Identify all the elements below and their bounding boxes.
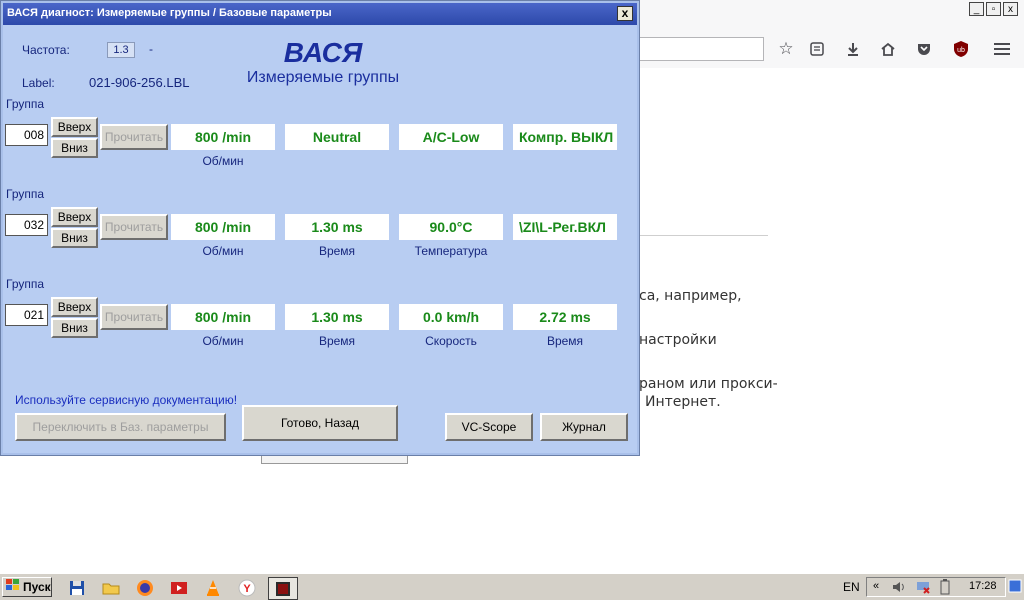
measure-value: 1.30 ms bbox=[285, 214, 389, 240]
measure-value: Neutral bbox=[285, 124, 389, 150]
measure-unit: Время bbox=[546, 334, 584, 348]
start-label: Пуск bbox=[23, 580, 51, 594]
group-number-input[interactable]: 032 bbox=[5, 214, 48, 236]
measure-value: A/C-Low bbox=[399, 124, 503, 150]
measure-value: 2.72 ms bbox=[513, 304, 617, 330]
freq-dash: - bbox=[149, 42, 153, 56]
page-text-line: раном или прокси- bbox=[639, 376, 778, 392]
measure-unit: Об/мин bbox=[202, 244, 244, 258]
read-button[interactable]: Прочитать bbox=[100, 124, 168, 150]
svg-text:ub: ub bbox=[957, 47, 965, 54]
volume-icon[interactable] bbox=[891, 579, 907, 600]
clock[interactable]: 17:28 bbox=[969, 580, 997, 592]
title-bar[interactable]: ВАСЯ диагност: Измеряемые группы / Базов… bbox=[3, 3, 637, 25]
browser-close-button[interactable]: x bbox=[1003, 2, 1018, 16]
browser-page bbox=[640, 68, 1024, 573]
service-note: Используйте сервисную документацию! bbox=[15, 393, 238, 407]
tray-expand-icon[interactable]: « bbox=[873, 580, 879, 592]
measure-unit: Об/мин bbox=[202, 334, 244, 348]
label-value: 021-906-256.LBL bbox=[89, 75, 190, 90]
reading-list-icon[interactable] bbox=[806, 38, 828, 60]
firefox-icon[interactable] bbox=[134, 577, 156, 598]
group-down-button[interactable]: Вниз bbox=[51, 318, 98, 338]
group-label: Группа bbox=[6, 277, 45, 291]
page-title: Измеряемые группы bbox=[246, 69, 400, 86]
done-back-button[interactable]: Готово, Назад bbox=[242, 405, 398, 441]
measure-unit: Скорость bbox=[425, 334, 477, 348]
language-indicator[interactable]: EN bbox=[843, 580, 860, 594]
browser-window-controls: _ ▫ x bbox=[969, 2, 1018, 16]
measure-unit: Время bbox=[318, 244, 356, 258]
download-icon[interactable] bbox=[842, 38, 864, 60]
measure-unit: Температура bbox=[414, 244, 488, 258]
network-icon[interactable] bbox=[915, 579, 931, 600]
vlc-icon[interactable] bbox=[202, 577, 224, 598]
media-player-icon[interactable] bbox=[168, 577, 190, 598]
windows-logo-icon bbox=[5, 578, 21, 597]
vc-scope-button[interactable]: VC-Scope bbox=[445, 413, 533, 441]
read-button[interactable]: Прочитать bbox=[100, 304, 168, 330]
window-client: Частота: 1.3 - Label: 021-906-256.LBL ВА… bbox=[3, 25, 637, 453]
svg-text:Y: Y bbox=[243, 583, 251, 595]
group-up-button[interactable]: Вверх bbox=[51, 297, 98, 317]
log-button[interactable]: Журнал bbox=[540, 413, 628, 441]
group-number-input[interactable]: 008 bbox=[5, 124, 48, 146]
system-tray: « 17:28 bbox=[866, 577, 1006, 597]
vasya-window: ВАСЯ диагност: Измеряемые группы / Базов… bbox=[0, 0, 640, 456]
restore-button[interactable]: ▫ bbox=[986, 2, 1001, 16]
page-text-line: са, например, bbox=[639, 288, 742, 304]
measure-unit: Время bbox=[318, 334, 356, 348]
page-text-line: настройки bbox=[639, 332, 717, 348]
page-button-stub bbox=[261, 455, 408, 464]
window-title: ВАСЯ диагност: Измеряемые группы / Базов… bbox=[7, 7, 332, 19]
label-label: Label: bbox=[22, 76, 55, 90]
pocket-icon[interactable] bbox=[913, 38, 935, 60]
read-button[interactable]: Прочитать bbox=[100, 214, 168, 240]
page-text-line: Интернет. bbox=[645, 394, 721, 410]
group-label: Группа bbox=[6, 187, 45, 201]
group-down-button[interactable]: Вниз bbox=[51, 228, 98, 248]
switch-basic-params-button[interactable]: Переключить в Баз. параметры bbox=[15, 413, 226, 441]
bookmark-star-icon[interactable]: ☆ bbox=[775, 38, 797, 60]
measure-value: 800 /min bbox=[171, 304, 275, 330]
measure-value: \ZI\L-Рег.ВКЛ bbox=[513, 214, 617, 240]
start-button[interactable]: Пуск bbox=[2, 577, 52, 597]
ublock-icon[interactable]: ub bbox=[950, 38, 972, 60]
group-up-button[interactable]: Вверх bbox=[51, 117, 98, 137]
measure-value: 800 /min bbox=[171, 214, 275, 240]
folder-icon[interactable] bbox=[100, 577, 122, 598]
group-up-button[interactable]: Вверх bbox=[51, 207, 98, 227]
measure-value: 1.30 ms bbox=[285, 304, 389, 330]
measure-value: Компр. ВЫКЛ bbox=[513, 124, 617, 150]
taskbar: Пуск Y EN « 17:28 bbox=[0, 573, 1024, 600]
freq-value: 1.3 bbox=[107, 42, 135, 58]
freq-label: Частота: bbox=[22, 43, 70, 57]
measure-value: 0.0 km/h bbox=[399, 304, 503, 330]
minimize-button[interactable]: _ bbox=[969, 2, 984, 16]
measure-value: 800 /min bbox=[171, 124, 275, 150]
battery-icon[interactable] bbox=[939, 579, 951, 600]
divider bbox=[640, 235, 768, 236]
measure-value: 90.0°C bbox=[399, 214, 503, 240]
group-down-button[interactable]: Вниз bbox=[51, 138, 98, 158]
yandex-icon[interactable]: Y bbox=[236, 577, 258, 598]
app-name: ВАСЯ bbox=[283, 37, 363, 68]
floppy-icon[interactable] bbox=[66, 577, 88, 598]
measure-unit: Об/мин bbox=[202, 154, 244, 168]
group-number-input[interactable]: 021 bbox=[5, 304, 48, 326]
active-app-button[interactable] bbox=[268, 577, 298, 600]
close-button[interactable]: x bbox=[617, 6, 633, 21]
home-icon[interactable] bbox=[877, 38, 899, 60]
menu-icon[interactable] bbox=[991, 38, 1013, 60]
desktop-icon[interactable] bbox=[1008, 579, 1022, 598]
url-field[interactable] bbox=[636, 37, 764, 61]
group-label: Группа bbox=[6, 97, 45, 111]
